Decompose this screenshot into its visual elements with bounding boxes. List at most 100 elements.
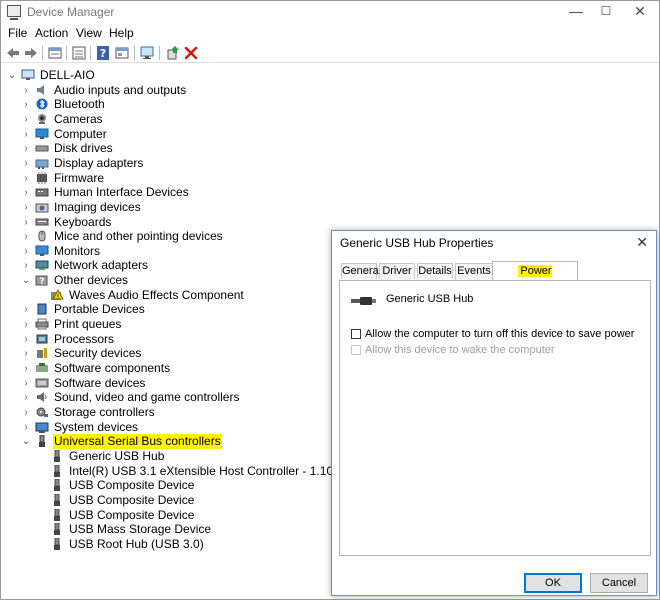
tree-category[interactable]: › Display adapters	[24, 156, 335, 171]
maximize-button[interactable]: ☐	[591, 1, 621, 23]
ok-button[interactable]: OK	[524, 573, 582, 593]
tree-device[interactable]: USB Composite Device	[50, 493, 350, 508]
tree-category[interactable]: › Security devices	[24, 346, 335, 361]
tab-driver[interactable]: Driver	[379, 263, 415, 279]
tree-device[interactable]: USB Composite Device	[50, 508, 350, 523]
tab-power-management[interactable]: Power Management	[492, 261, 578, 295]
usb-hub-properties-dialog: Generic USB Hub Properties ✕ General Dri…	[331, 230, 657, 596]
cancel-button[interactable]: Cancel	[590, 573, 648, 593]
tree-category[interactable]: › Sound, video and game controllers	[24, 390, 335, 405]
help-icon[interactable]: ?	[95, 45, 111, 61]
usb-icon	[50, 493, 64, 506]
tree-category[interactable]: › Print queues	[24, 317, 335, 332]
tree-category[interactable]: ⌄? Other devices	[22, 273, 335, 288]
tree-category[interactable]: › Storage controllers	[24, 405, 335, 420]
collapsed-chevron-icon[interactable]: ›	[21, 200, 31, 215]
toolbar-separator	[42, 46, 43, 60]
tree-category[interactable]: › System devices	[24, 420, 335, 435]
collapsed-chevron-icon[interactable]: ›	[21, 302, 31, 317]
collapsed-chevron-icon[interactable]: ›	[21, 361, 31, 376]
collapsed-chevron-icon[interactable]: ›	[21, 229, 31, 244]
collapsed-chevron-icon[interactable]: ›	[21, 97, 31, 112]
tree-category[interactable]: › Imaging devices	[24, 200, 335, 215]
tree-device[interactable]: ! Waves Audio Effects Component	[50, 288, 350, 303]
minimize-button[interactable]: —	[561, 1, 591, 23]
list-view-icon[interactable]	[71, 45, 87, 61]
collapsed-chevron-icon[interactable]: ›	[21, 127, 31, 142]
show-hidden-icon[interactable]	[114, 45, 130, 61]
printer-icon	[35, 318, 49, 330]
power-management-panel: Generic USB Hub Allow the computer to tu…	[339, 280, 651, 556]
tab-details[interactable]: Details	[417, 263, 453, 279]
properties-view-icon[interactable]	[47, 45, 63, 61]
tree-device-label: USB Root Hub (USB 3.0)	[69, 537, 204, 551]
collapsed-chevron-icon[interactable]: ›	[21, 171, 31, 186]
expanded-chevron-icon[interactable]: ⌄	[7, 68, 17, 83]
tree-device[interactable]: USB Mass Storage Device	[50, 522, 350, 537]
tree-category[interactable]: › Keyboards	[24, 215, 335, 230]
tree-category[interactable]: › Computer	[24, 127, 335, 142]
tree-category[interactable]: › Processors	[24, 332, 335, 347]
tree-device[interactable]: USB Root Hub (USB 3.0)	[50, 537, 350, 552]
expanded-chevron-icon[interactable]: ⌄	[21, 434, 31, 449]
tree-device[interactable]: USB Composite Device	[50, 478, 350, 493]
allow-turn-off-checkbox[interactable]	[351, 329, 361, 339]
tree-category[interactable]: › Human Interface Devices	[24, 185, 335, 200]
collapsed-chevron-icon[interactable]: ›	[21, 390, 31, 405]
dialog-close-button[interactable]: ✕	[636, 234, 648, 251]
tree-root[interactable]: ⌄ DELL-AIO	[8, 68, 321, 83]
collapsed-chevron-icon[interactable]: ›	[21, 215, 31, 230]
tree-category[interactable]: ⌄ Universal Serial Bus controllers	[22, 434, 335, 449]
tree-category[interactable]: › Software devices	[24, 376, 335, 391]
tree-device-label: Generic USB Hub	[69, 449, 165, 463]
tree-device[interactable]: Intel(R) USB 3.1 eXtensible Host Control…	[50, 464, 393, 479]
monitor-scan-icon[interactable]	[139, 45, 155, 61]
collapsed-chevron-icon[interactable]: ›	[21, 156, 31, 171]
security-icon	[35, 347, 49, 359]
other-devices-icon: ?	[35, 274, 49, 287]
bluetooth-icon	[35, 98, 49, 110]
usb-icon	[50, 449, 64, 462]
collapsed-chevron-icon[interactable]: ›	[21, 317, 31, 332]
tree-device-label: USB Composite Device	[69, 508, 195, 522]
collapsed-chevron-icon[interactable]: ›	[21, 332, 31, 347]
menu-file[interactable]: File	[8, 26, 27, 40]
tab-events[interactable]: Events	[455, 263, 493, 279]
tree-category[interactable]: › Network adapters	[24, 258, 335, 273]
sound-icon	[35, 391, 49, 403]
tree-category[interactable]: › Mice and other pointing devices	[24, 229, 335, 244]
tree-category[interactable]: › Disk drives	[24, 141, 335, 156]
collapsed-chevron-icon[interactable]: ›	[21, 83, 31, 98]
menu-action[interactable]: Action	[35, 26, 68, 40]
tree-device[interactable]: Generic USB Hub	[50, 449, 350, 464]
collapsed-chevron-icon[interactable]: ›	[21, 112, 31, 127]
menu-view[interactable]: View	[76, 26, 102, 40]
collapsed-chevron-icon[interactable]: ›	[21, 346, 31, 361]
tree-category[interactable]: › Monitors	[24, 244, 335, 259]
expanded-chevron-icon[interactable]: ⌄	[21, 273, 31, 288]
tab-general[interactable]: General	[341, 263, 381, 279]
collapsed-chevron-icon[interactable]: ›	[21, 141, 31, 156]
tree-category[interactable]: › Portable Devices	[24, 302, 335, 317]
allow-wake-label: Allow this device to wake the computer	[365, 344, 555, 356]
tree-category[interactable]: › Cameras	[24, 112, 335, 127]
collapsed-chevron-icon[interactable]: ›	[21, 405, 31, 420]
collapsed-chevron-icon[interactable]: ›	[21, 376, 31, 391]
svg-text:?: ?	[39, 277, 44, 286]
collapsed-chevron-icon[interactable]: ›	[21, 244, 31, 259]
collapsed-chevron-icon[interactable]: ›	[21, 420, 31, 435]
uninstall-icon[interactable]	[183, 45, 199, 61]
close-button[interactable]: ✕	[625, 1, 655, 23]
menu-help[interactable]: Help	[109, 26, 134, 40]
collapsed-chevron-icon[interactable]: ›	[21, 258, 31, 273]
add-driver-icon[interactable]	[165, 45, 181, 61]
collapsed-chevron-icon[interactable]: ›	[21, 185, 31, 200]
tree-category[interactable]: › Audio inputs and outputs	[24, 83, 335, 98]
back-icon[interactable]	[5, 45, 21, 61]
tree-category[interactable]: › Firmware	[24, 171, 335, 186]
tree-category[interactable]: › Bluetooth	[24, 97, 335, 112]
warning-device-icon: !	[50, 288, 64, 301]
tree-category[interactable]: › Software components	[24, 361, 335, 376]
forward-icon[interactable]	[23, 45, 39, 61]
allow-turn-off-label[interactable]: Allow the computer to turn off this devi…	[365, 328, 634, 340]
